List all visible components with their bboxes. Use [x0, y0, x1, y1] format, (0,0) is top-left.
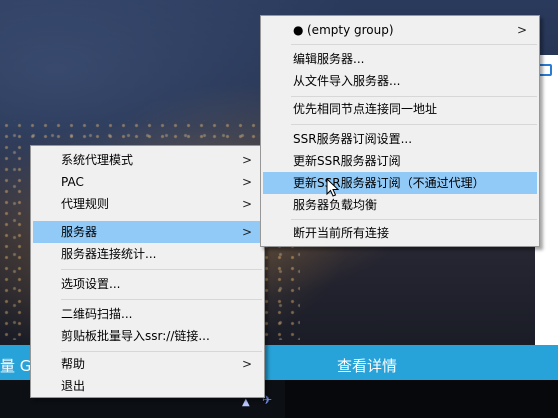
submenu-item-update-subscription-no-proxy[interactable]: 更新SSR服务器订阅（不通过代理）: [263, 172, 537, 194]
menu-item-label: 断开当前所有连接: [293, 226, 390, 240]
menu-item-exit[interactable]: 退出: [33, 375, 262, 397]
submenu-item-same-node-address[interactable]: 优先相同节点连接同一地址: [263, 98, 537, 120]
chevron-right-icon: >: [241, 197, 252, 211]
menu-item-label: PAC: [61, 175, 84, 189]
menu-item-options[interactable]: 选项设置...: [33, 273, 262, 295]
menu-item-label: 剪贴板批量导入ssr://链接...: [61, 329, 210, 343]
menu-separator: [291, 96, 537, 97]
chevron-right-icon: >: [241, 153, 252, 167]
menu-item-qr-scan[interactable]: 二维码扫描...: [33, 303, 262, 325]
menu-item-label: 更新SSR服务器订阅（不通过代理）: [293, 176, 485, 190]
menu-separator: [291, 124, 537, 125]
menu-item-label: 服务器: [61, 225, 98, 239]
menu-item-label: 编辑服务器...: [293, 52, 365, 66]
submenu-item-disconnect-all[interactable]: 断开当前所有连接: [263, 222, 537, 244]
tray-expand-icon[interactable]: ▲: [242, 397, 250, 408]
mouse-cursor-icon: [326, 178, 340, 197]
menu-separator: [291, 44, 537, 45]
submenu-item-subscription-settings[interactable]: SSR服务器订阅设置...: [263, 128, 537, 150]
window-icon[interactable]: [538, 64, 552, 76]
menu-item-label: 优先相同节点连接同一地址: [293, 102, 438, 116]
menu-item-server-statistics[interactable]: 服务器连接统计...: [33, 243, 262, 265]
view-details-link[interactable]: 查看详情: [337, 355, 397, 376]
submenu-item-import-from-file[interactable]: 从文件导入服务器...: [263, 70, 537, 92]
chevron-right-icon: >: [516, 23, 527, 37]
submenu-item-load-balance[interactable]: 服务器负载均衡: [263, 194, 537, 216]
selected-bullet-icon: ●: [293, 23, 304, 37]
menu-item-label: 服务器连接统计...: [61, 247, 157, 261]
menu-item-label: (empty group): [307, 23, 394, 37]
menu-separator: [61, 269, 262, 270]
menu-item-label: 代理规则: [61, 197, 110, 211]
chevron-right-icon: >: [241, 225, 252, 239]
menu-item-label: 更新SSR服务器订阅: [293, 154, 401, 168]
taskbar-tray-area: [285, 380, 558, 418]
submenu-item-empty-group[interactable]: ● (empty group) >: [263, 19, 537, 41]
chevron-right-icon: >: [241, 175, 252, 189]
menu-item-pac[interactable]: PAC >: [33, 171, 262, 193]
chevron-right-icon: >: [241, 357, 252, 371]
menu-item-proxy-rules[interactable]: 代理规则 >: [33, 193, 262, 215]
menu-separator: [61, 351, 262, 352]
menu-item-system-proxy-mode[interactable]: 系统代理模式 >: [33, 149, 262, 171]
menu-item-servers[interactable]: 服务器 >: [33, 221, 262, 243]
menu-separator: [291, 219, 537, 220]
menu-item-label: 系统代理模式: [61, 153, 134, 167]
menu-item-clipboard-import[interactable]: 剪贴板批量导入ssr://链接...: [33, 325, 262, 347]
context-menu: 系统代理模式 > PAC > 代理规则 > 服务器 > 服务器连接统计... 选…: [30, 145, 265, 398]
submenu-item-edit-servers[interactable]: 编辑服务器...: [263, 48, 537, 70]
menu-item-label: 退出: [61, 379, 86, 393]
menu-item-help[interactable]: 帮助 >: [33, 353, 262, 375]
menu-item-label: SSR服务器订阅设置...: [293, 132, 413, 146]
menu-item-label: 帮助: [61, 357, 86, 371]
menu-item-label: 二维码扫描...: [61, 307, 133, 321]
menu-item-label: 从文件导入服务器...: [293, 74, 401, 88]
menu-item-label: 选项设置...: [61, 277, 121, 291]
submenu-item-update-subscription[interactable]: 更新SSR服务器订阅: [263, 150, 537, 172]
servers-submenu: ● (empty group) > 编辑服务器... 从文件导入服务器... 优…: [260, 15, 540, 247]
menu-separator: [61, 299, 262, 300]
